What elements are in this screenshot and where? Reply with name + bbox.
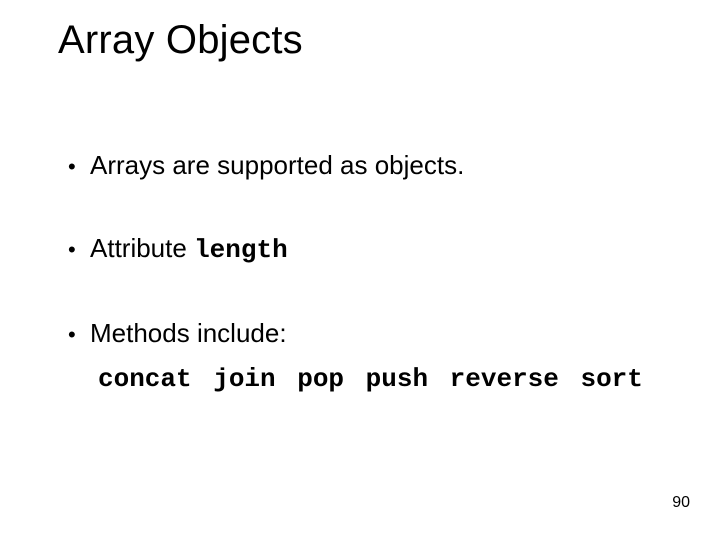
bullet-text: Attribute length (90, 233, 288, 266)
slide: Array Objects • Arrays are supported as … (0, 0, 720, 540)
page-number: 90 (672, 494, 690, 512)
bullet-item: • Methods include: (68, 318, 680, 349)
bullet-icon: • (68, 237, 90, 263)
bullet-icon: • (68, 322, 90, 348)
bullet-text: Methods include: (90, 318, 287, 349)
bullet-text-prefix: Attribute (90, 233, 194, 263)
methods-code-line: concat join pop push reverse sort (98, 364, 680, 394)
bullet-item: • Attribute length (68, 233, 680, 266)
bullet-icon: • (68, 154, 90, 180)
bullet-item: • Arrays are supported as objects. (68, 150, 680, 181)
code-inline: length (194, 235, 288, 265)
bullet-text: Arrays are supported as objects. (90, 150, 464, 181)
slide-body: • Arrays are supported as objects. • Att… (68, 150, 680, 394)
slide-title: Array Objects (58, 18, 303, 63)
